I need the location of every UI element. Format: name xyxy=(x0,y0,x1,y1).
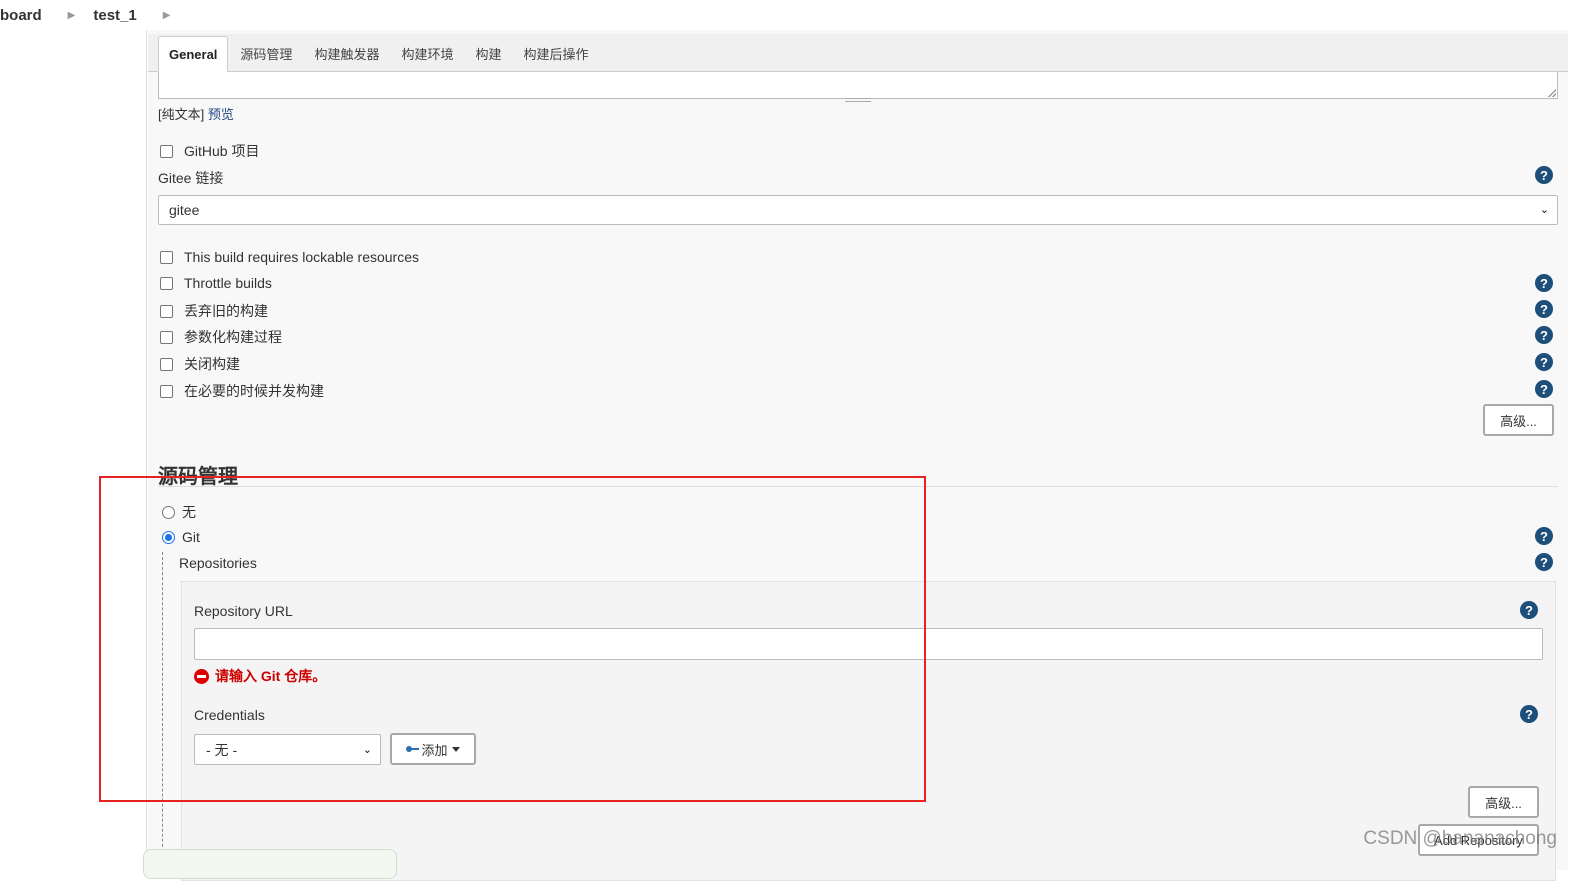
textarea-resize-handle[interactable] xyxy=(845,98,871,102)
repository-advanced-button[interactable]: 高级... xyxy=(1468,786,1539,818)
help-icon[interactable]: ? xyxy=(1535,166,1553,184)
github-project-option: GitHub 项目 xyxy=(160,141,259,161)
help-icon[interactable]: ? xyxy=(1535,527,1553,545)
breadcrumb-separator-icon: ▶ xyxy=(67,9,76,21)
option-label: 关闭构建 xyxy=(184,356,240,372)
breadcrumb-separator-icon[interactable]: ▶ xyxy=(163,10,171,21)
preview-link[interactable]: 预览 xyxy=(208,107,234,122)
option-discard-old-builds: 丢弃旧的构建 xyxy=(160,301,268,321)
option-lockable-resources: This build requires lockable resources xyxy=(160,249,419,265)
option-label: 在必要的时候并发构建 xyxy=(184,383,324,399)
option-concurrent-builds: 在必要的时候并发构建 xyxy=(160,381,324,401)
chevron-down-icon: ⌄ xyxy=(1539,203,1549,216)
breadcrumb-item-dashboard[interactable]: board xyxy=(0,7,50,24)
highlight-annotation-box xyxy=(99,476,926,802)
tab-post-build[interactable]: 构建后操作 xyxy=(513,35,598,71)
plain-text-label: [纯文本] xyxy=(158,107,205,122)
description-format: [纯文本] 预览 xyxy=(158,104,234,123)
tab-scm[interactable]: 源码管理 xyxy=(230,35,302,71)
discard-old-builds-checkbox[interactable] xyxy=(160,304,173,318)
option-throttle-builds: Throttle builds xyxy=(160,275,272,291)
option-label: 参数化构建过程 xyxy=(184,329,282,345)
help-icon[interactable]: ? xyxy=(1520,705,1538,723)
help-icon[interactable]: ? xyxy=(1535,300,1553,318)
resize-corner-icon[interactable] xyxy=(1548,89,1556,97)
option-label: Throttle builds xyxy=(184,275,272,291)
config-tabbar: General 源码管理 构建触发器 构建环境 构建 构建后操作 xyxy=(148,34,1568,72)
help-icon[interactable]: ? xyxy=(1535,380,1553,398)
parameterized-build-checkbox[interactable] xyxy=(160,330,173,344)
gitee-connection-label: Gitee 链接 xyxy=(158,170,224,186)
github-project-checkbox[interactable] xyxy=(160,144,173,158)
gitee-connection-value: gitee xyxy=(169,202,200,218)
help-icon[interactable]: ? xyxy=(1535,353,1553,371)
tab-general[interactable]: General xyxy=(158,36,229,72)
tab-build[interactable]: 构建 xyxy=(465,35,511,71)
gitee-connection-select[interactable]: gitee ⌄ xyxy=(158,195,1558,225)
help-icon[interactable]: ? xyxy=(1535,274,1553,292)
help-icon[interactable]: ? xyxy=(1535,326,1553,344)
throttle-builds-checkbox[interactable] xyxy=(160,276,173,290)
option-label: 丢弃旧的构建 xyxy=(184,303,268,319)
option-label: This build requires lockable resources xyxy=(184,249,419,265)
breadcrumb: board ▶ test_1 ▶ xyxy=(0,0,1583,30)
option-parameterized-build: 参数化构建过程 xyxy=(160,327,282,347)
help-icon[interactable]: ? xyxy=(1520,601,1538,619)
description-textarea[interactable] xyxy=(158,72,1558,102)
github-project-label: GitHub 项目 xyxy=(184,143,260,159)
tab-build-triggers[interactable]: 构建触发器 xyxy=(304,35,389,71)
concurrent-builds-checkbox[interactable] xyxy=(160,384,173,398)
tab-build-environment[interactable]: 构建环境 xyxy=(391,35,463,71)
option-disable-build: 关闭构建 xyxy=(160,354,240,374)
lockable-resources-checkbox[interactable] xyxy=(160,250,173,264)
general-advanced-button[interactable]: 高级... xyxy=(1483,404,1554,436)
bottom-notification xyxy=(143,849,397,879)
disable-build-checkbox[interactable] xyxy=(160,357,173,371)
breadcrumb-item-job[interactable]: test_1 xyxy=(93,7,144,24)
watermark: CSDN @bananachong xyxy=(1363,828,1557,849)
help-icon[interactable]: ? xyxy=(1535,553,1553,571)
